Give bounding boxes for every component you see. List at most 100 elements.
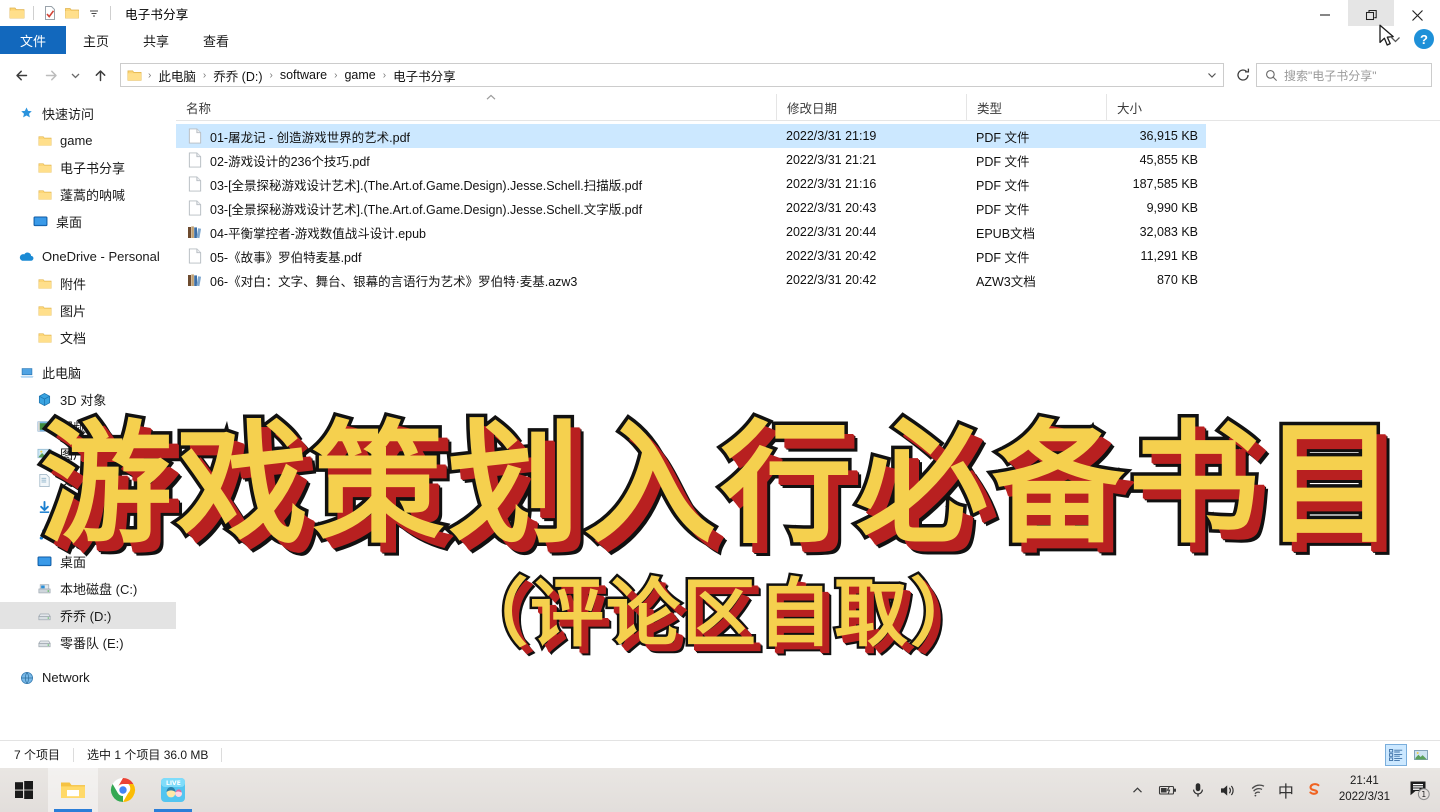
wifi-icon[interactable] (1243, 768, 1273, 812)
sidebar-item-desktop-qa[interactable]: 桌面 (0, 208, 176, 235)
system-tray[interactable]: 中 21:41 2022/3/31 1 (1123, 768, 1440, 812)
breadcrumb-item-1[interactable]: 乔乔 (D:) (210, 66, 265, 85)
ime-mode-indicator[interactable]: 中 (1273, 768, 1299, 812)
microphone-icon[interactable] (1183, 768, 1213, 812)
sogou-input-icon[interactable] (1299, 768, 1329, 812)
file-name-cell[interactable]: 04-平衡掌控者-游戏数值战斗设计.epub (176, 223, 776, 242)
taskbar-clock[interactable]: 21:41 2022/3/31 (1329, 768, 1400, 812)
sidebar-label: 图片 (60, 447, 87, 462)
sidebar-group-onedrive[interactable]: OneDrive - Personal (0, 243, 176, 270)
taskbar-google-chrome[interactable] (98, 768, 148, 812)
up-button[interactable] (86, 61, 114, 89)
table-row[interactable]: 02-游戏设计的236个技巧.pdf 2022/3/31 21:21 PDF 文… (176, 148, 1206, 172)
sidebar-item-penghao[interactable]: 蓬蒿的呐喊 (0, 181, 176, 208)
file-date-cell: 2022/3/31 20:42 (786, 273, 877, 287)
file-size-cell: 187,585 KB (1132, 177, 1198, 191)
column-header-row[interactable]: 名称 修改日期 类型 大小 (176, 93, 1440, 121)
sidebar-item-downloads[interactable]: 下载 (0, 494, 176, 521)
tab-view[interactable]: 查看 (186, 26, 246, 54)
pdf-file-icon (186, 128, 203, 145)
sidebar-item-drive-d[interactable]: 乔乔 (D:) (0, 602, 176, 629)
search-input[interactable]: 搜索"电子书分享" (1256, 63, 1432, 87)
table-row[interactable]: 05-《故事》罗伯特麦基.pdf 2022/3/31 20:42 PDF 文件 … (176, 244, 1206, 268)
sidebar-item-documents[interactable]: 文档 (0, 467, 176, 494)
file-list-pane[interactable]: 名称 修改日期 类型 大小 01-屠龙记 - 创造游戏世界的艺术.pdf 202… (176, 93, 1440, 740)
column-header-name[interactable]: 名称 (176, 94, 776, 121)
refresh-button[interactable] (1230, 63, 1256, 87)
large-icons-view-button[interactable] (1410, 744, 1432, 766)
breadcrumb-item-2[interactable]: software (277, 68, 330, 82)
taskbar-file-explorer[interactable] (48, 768, 98, 812)
status-divider-2 (221, 747, 223, 762)
qat-customize-chevron-icon[interactable] (83, 2, 105, 24)
sidebar-item-game[interactable]: game (0, 127, 176, 154)
table-row[interactable]: 06-《对白：文字、舞台、银幕的言语行为艺术》罗伯特·麦基.azw3 2022/… (176, 268, 1206, 292)
tab-home[interactable]: 主页 (66, 26, 126, 54)
address-bar[interactable]: › 此电脑 › 乔乔 (D:) › software › game › 电子书分… (120, 63, 1224, 87)
sidebar-item-onedrive-documents[interactable]: 文档 (0, 324, 176, 351)
sidebar-group-network[interactable]: Network (0, 664, 176, 691)
sidebar-group-this-pc[interactable]: 此电脑 (0, 359, 176, 386)
navigation-pane[interactable]: 快速访问 game 电子书分享 蓬蒿的呐喊 桌面 OneDrive - Pers… (0, 94, 176, 740)
battery-charging-icon[interactable] (1153, 768, 1183, 812)
sidebar-label: 下载 (60, 501, 87, 516)
breadcrumb-item-3[interactable]: game (341, 68, 378, 82)
taskbar[interactable]: LIVE 中 21:41 2022/3/31 1 (0, 768, 1440, 812)
column-header-date[interactable]: 修改日期 (776, 93, 966, 121)
tray-overflow-chevron-icon[interactable] (1123, 768, 1153, 812)
help-icon[interactable]: ? (1414, 29, 1434, 49)
table-row[interactable]: 03-[全景探秘游戏设计艺术].(The.Art.of.Game.Design)… (176, 196, 1206, 220)
table-row[interactable]: 04-平衡掌控者-游戏数值战斗设计.epub 2022/3/31 20:44 E… (176, 220, 1206, 244)
view-mode-buttons[interactable] (1385, 744, 1432, 766)
file-name-cell[interactable]: 02-游戏设计的236个技巧.pdf (176, 151, 776, 170)
details-view-button[interactable] (1385, 744, 1407, 766)
file-name: 03-[全景探秘游戏设计艺术].(The.Art.of.Game.Design)… (210, 202, 643, 217)
properties-icon[interactable] (39, 2, 61, 24)
sidebar-gap-1 (0, 235, 176, 243)
sidebar-item-onedrive-pictures[interactable]: 图片 (0, 297, 176, 324)
app-folder-icon (6, 2, 28, 24)
breadcrumb-item-0[interactable]: 此电脑 (155, 66, 199, 85)
file-rows[interactable]: 01-屠龙记 - 创造游戏世界的艺术.pdf 2022/3/31 21:19 P… (176, 121, 1440, 292)
notification-center-button[interactable]: 1 (1400, 768, 1440, 812)
forward-button[interactable] (36, 61, 64, 89)
table-row[interactable]: 03-[全景探秘游戏设计艺术].(The.Art.of.Game.Design)… (176, 172, 1206, 196)
file-name-cell[interactable]: 05-《故事》罗伯特麦基.pdf (176, 247, 776, 266)
file-name-cell[interactable]: 03-[全景探秘游戏设计艺术].(The.Art.of.Game.Design)… (176, 199, 776, 218)
sidebar-item-pictures[interactable]: 图片 (0, 440, 176, 467)
recent-locations-chevron-icon[interactable] (64, 61, 86, 89)
tab-file[interactable]: 文件 (0, 26, 67, 54)
file-type-cell: EPUB文档 (976, 226, 1036, 241)
column-header-size[interactable]: 大小 (1106, 93, 1206, 121)
sidebar-item-local-disk-c[interactable]: 本地磁盘 (C:) (0, 575, 176, 602)
sidebar-group-quick-access[interactable]: 快速访问 (0, 100, 176, 127)
file-name-cell[interactable]: 03-[全景探秘游戏设计艺术].(The.Art.of.Game.Design)… (176, 175, 776, 194)
sidebar-item-3d-objects[interactable]: 3D 对象 (0, 386, 176, 413)
address-dropdown-chevron-icon[interactable] (1201, 64, 1223, 86)
quick-access-toolbar[interactable] (0, 0, 116, 26)
sidebar-item-drive-e[interactable]: 零番队 (E:) (0, 629, 176, 656)
sidebar-item-desktop[interactable]: 桌面 (0, 548, 176, 575)
sidebar-item-music[interactable]: 音乐 (0, 521, 176, 548)
sidebar-item-ebook-share[interactable]: 电子书分享 (0, 154, 176, 181)
sidebar-item-attachments[interactable]: 附件 (0, 270, 176, 297)
file-name-cell[interactable]: 01-屠龙记 - 创造游戏世界的艺术.pdf (176, 127, 776, 146)
start-button[interactable] (0, 768, 48, 812)
folder-icon (36, 159, 53, 176)
taskbar-live-app[interactable]: LIVE (148, 768, 198, 812)
column-header-type[interactable]: 类型 (966, 93, 1106, 121)
breadcrumb-item-4[interactable]: 电子书分享 (390, 66, 459, 85)
volume-icon[interactable] (1213, 768, 1243, 812)
sidebar-item-videos[interactable]: 视频 (0, 413, 176, 440)
file-name-cell[interactable]: 06-《对白：文字、舞台、银幕的言语行为艺术》罗伯特·麦基.azw3 (176, 271, 776, 290)
back-button[interactable] (8, 61, 36, 89)
ribbon-tab-bar[interactable]: 文件 主页 共享 查看 ? (0, 26, 1440, 54)
tab-share[interactable]: 共享 (126, 26, 186, 54)
sidebar-gap-3 (0, 656, 176, 664)
table-row[interactable]: 01-屠龙记 - 创造游戏世界的艺术.pdf 2022/3/31 21:19 P… (176, 124, 1206, 148)
downloads-icon (36, 499, 53, 516)
breadcrumb[interactable]: › 此电脑 › 乔乔 (D:) › software › game › 电子书分… (121, 64, 1201, 86)
sidebar-label: game (60, 133, 93, 148)
sort-ascending-icon (486, 94, 496, 100)
new-folder-icon[interactable] (61, 2, 83, 24)
